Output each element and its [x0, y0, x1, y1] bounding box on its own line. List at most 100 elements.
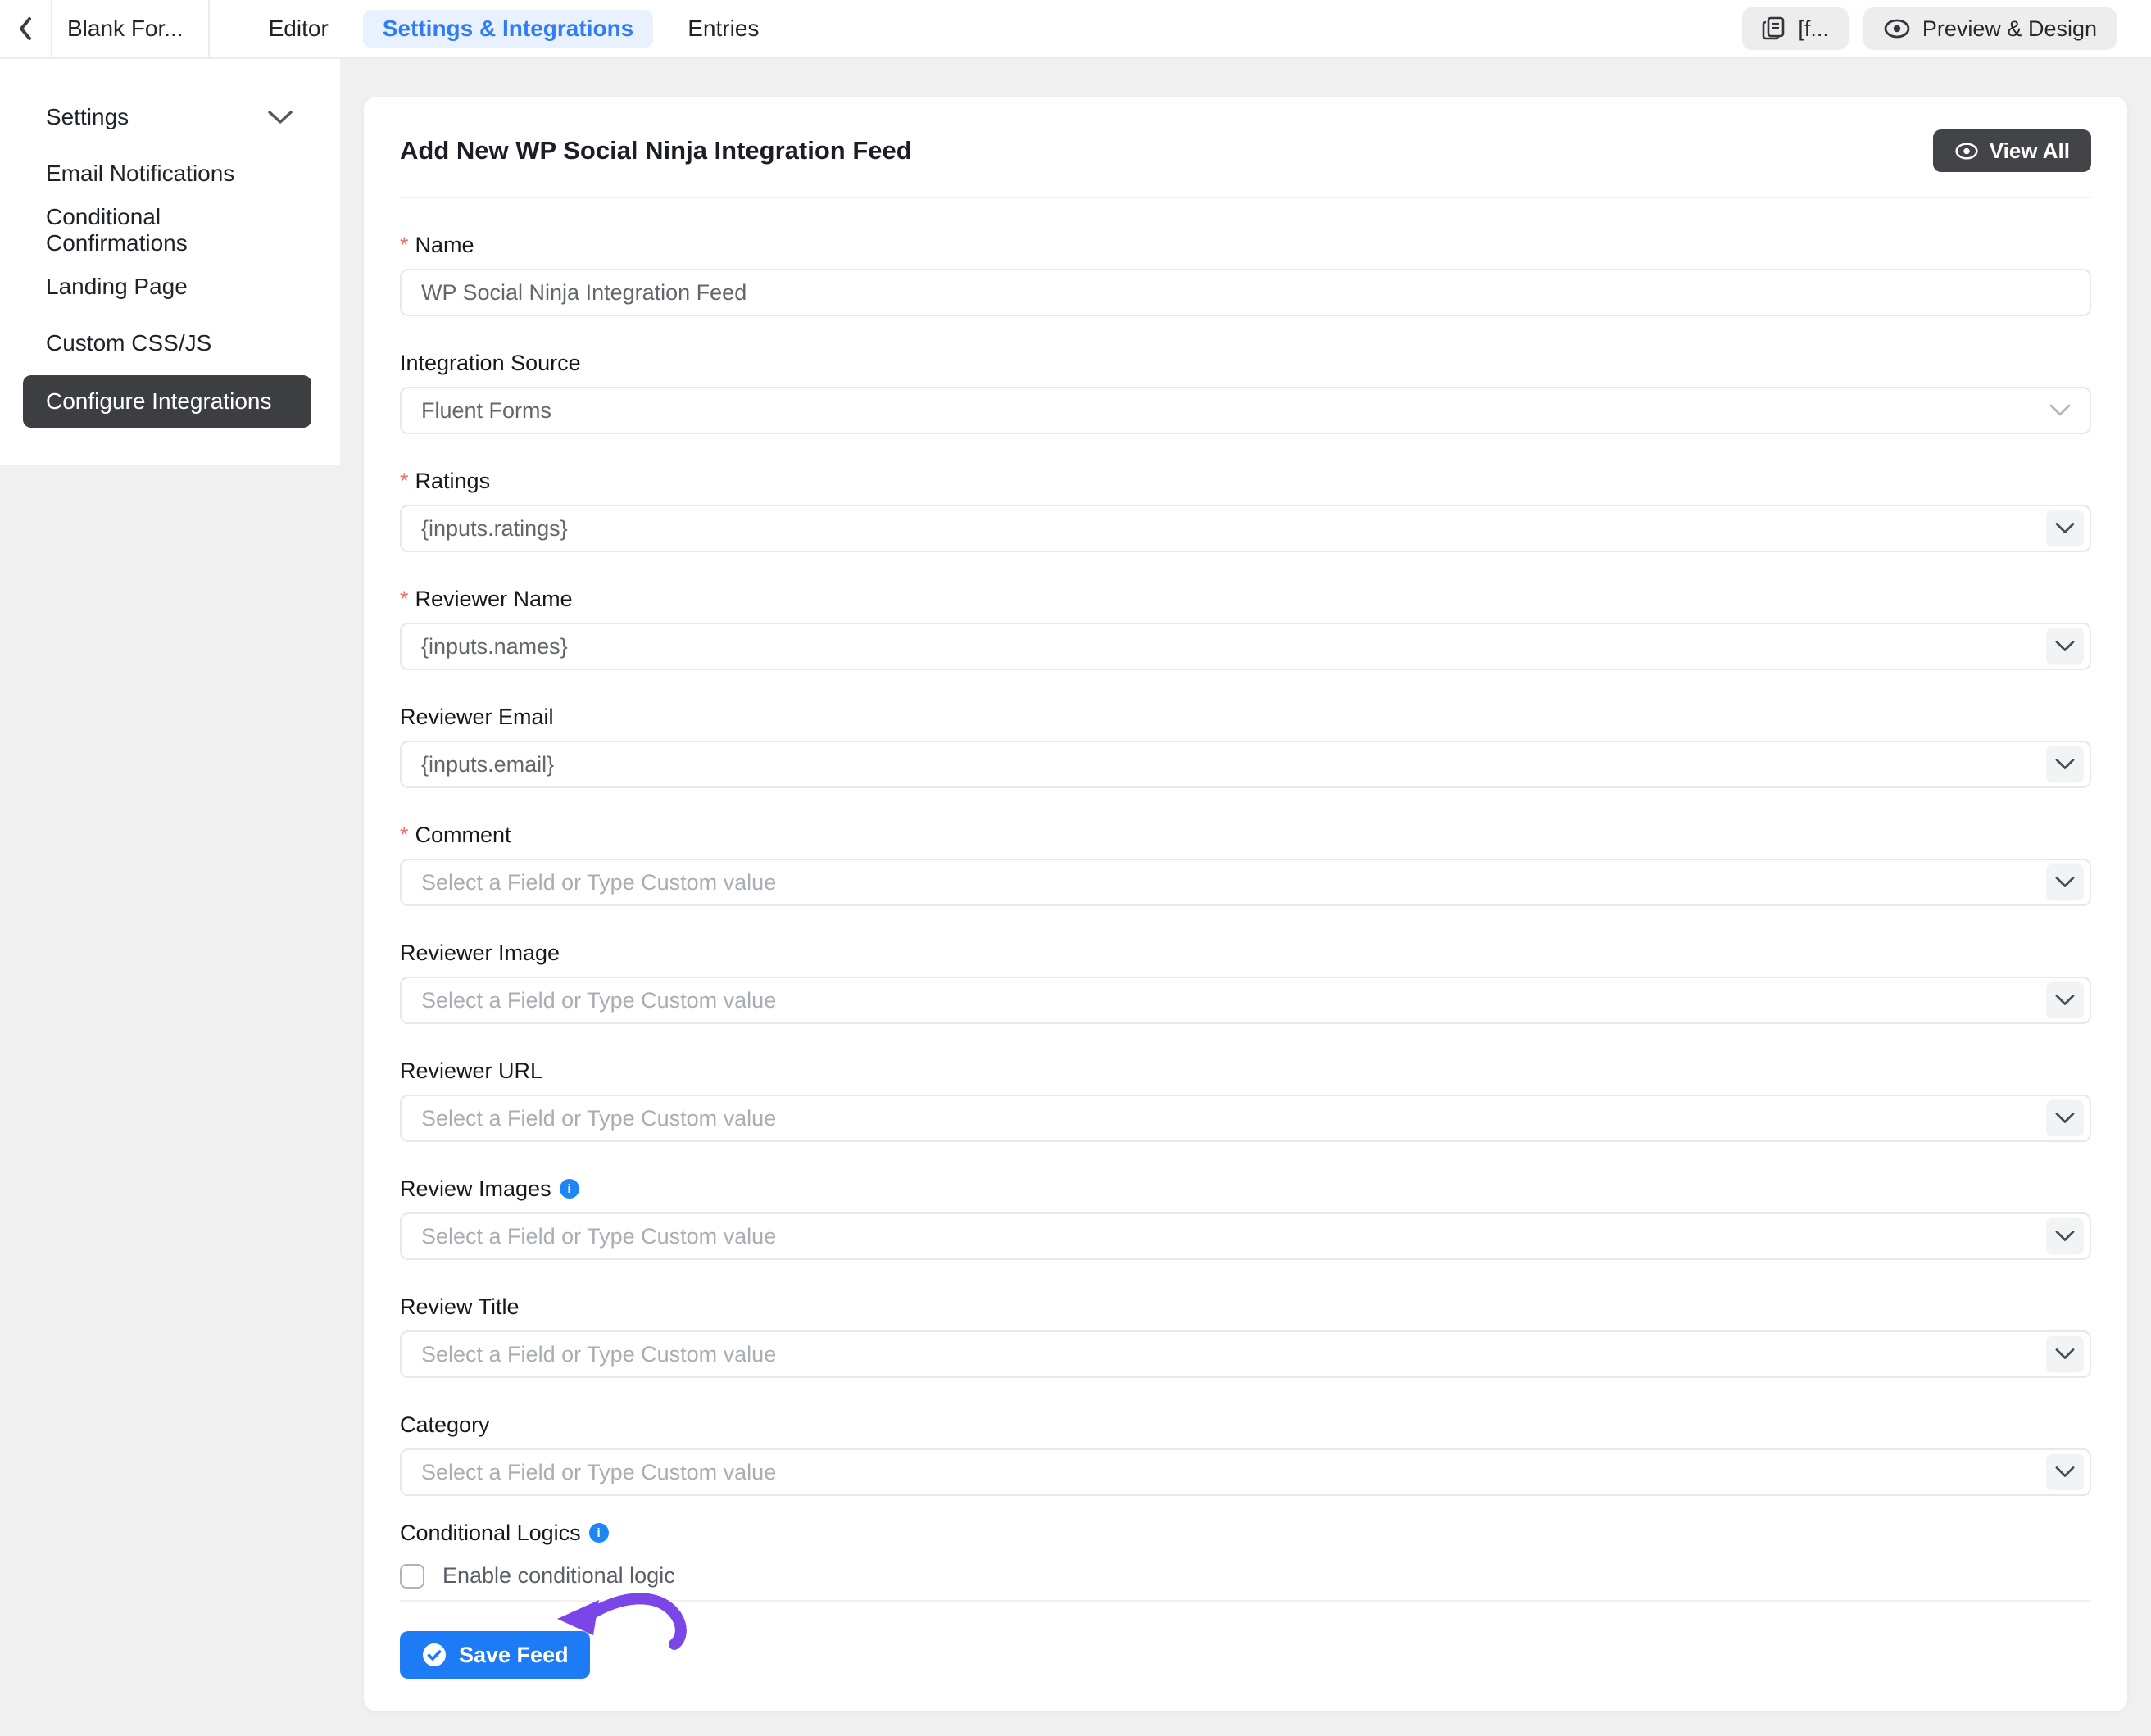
view-all-label: View All: [1990, 138, 2070, 164]
field-label-row: * Reviewer URL i: [400, 1057, 2091, 1085]
shortcode-label: [f...: [1798, 16, 1829, 42]
field-label-row: * Name i: [400, 231, 2091, 259]
dropdown-toggle[interactable]: [2046, 982, 2084, 1019]
field-label: Reviewer Email: [400, 705, 554, 730]
chevron-down-icon: [2049, 403, 2072, 418]
eye-icon: [1954, 142, 1979, 161]
dropdown-toggle[interactable]: [2046, 864, 2084, 901]
tab-bar: Editor Settings & Integrations Entries: [249, 10, 779, 48]
field-input[interactable]: Select a Field or Type Custom value: [400, 1448, 2091, 1496]
required-asterisk: *: [400, 587, 409, 612]
field-input[interactable]: Select a Field or Type Custom value: [400, 977, 2091, 1024]
dropdown-toggle[interactable]: [2046, 1336, 2084, 1373]
tab[interactable]: Entries: [668, 10, 778, 48]
field-placeholder: Select a Field or Type Custom value: [421, 988, 776, 1013]
field-label-row: * Reviewer Name i: [400, 585, 2091, 613]
field-input[interactable]: {inputs.names}: [400, 623, 2091, 670]
preview-design-button[interactable]: Preview & Design: [1863, 7, 2117, 50]
field-value: {inputs.email}: [421, 752, 554, 777]
form-group: * Reviewer Image i Select a Field or Typ…: [400, 939, 2091, 1024]
field-label: Integration Source: [400, 351, 581, 376]
sidebar-item-label: Conditional Confirmations: [46, 204, 294, 256]
field-label: Name: [415, 233, 474, 258]
sidebar-item[interactable]: Conditional Confirmations: [0, 202, 340, 258]
form-group: * Category i Select a Field or Type Cust…: [400, 1411, 2091, 1496]
top-bar-actions: [f... Preview & Design: [1742, 7, 2151, 50]
chevron-down-icon: [2055, 1466, 2075, 1479]
sidebar-item[interactable]: Landing Page: [0, 258, 340, 315]
chevron-down-icon: [2055, 1113, 2075, 1125]
dropdown-toggle[interactable]: [2046, 1100, 2084, 1137]
chevron-down-icon: [2055, 1348, 2075, 1361]
sidebar-item-label: Configure Integrations: [46, 388, 272, 415]
field-label: Reviewer Image: [400, 941, 560, 966]
dropdown-toggle[interactable]: [2046, 1454, 2084, 1491]
conditional-logics-label: Conditional Logics: [400, 1521, 581, 1546]
info-icon: i: [589, 1523, 609, 1543]
form-group: * Review Images i Select a Field or Type…: [400, 1175, 2091, 1260]
save-feed-button[interactable]: Save Feed: [400, 1631, 590, 1679]
view-all-button[interactable]: View All: [1933, 129, 2091, 172]
sidebar-item[interactable]: Custom CSS/JS: [0, 315, 340, 371]
field-input[interactable]: WP Social Ninja Integration Feed: [400, 269, 2091, 316]
dropdown-toggle[interactable]: [2046, 746, 2084, 783]
field-input[interactable]: Select a Field or Type Custom value: [400, 859, 2091, 906]
field-value: {inputs.ratings}: [421, 516, 568, 542]
field-input[interactable]: {inputs.ratings}: [400, 505, 2091, 552]
chevron-down-icon: [2055, 995, 2075, 1007]
conditional-logics-label-row: Conditional Logics i: [400, 1519, 2091, 1547]
field-input[interactable]: Fluent Forms: [400, 387, 2091, 434]
field-placeholder: Select a Field or Type Custom value: [421, 1106, 776, 1131]
field-input[interactable]: Select a Field or Type Custom value: [400, 1330, 2091, 1378]
field-label: Comment: [415, 823, 511, 848]
preview-design-label: Preview & Design: [1922, 16, 2097, 42]
sidebar-item[interactable]: Settings: [0, 88, 340, 145]
field-label: Ratings: [415, 469, 491, 494]
dropdown-toggle[interactable]: [2046, 1218, 2084, 1255]
settings-sidebar: Settings Email Notifications Conditional…: [0, 59, 340, 465]
form-group: * Integration Source i Fluent Forms: [400, 349, 2091, 434]
form-group: * Review Title i Select a Field or Type …: [400, 1293, 2091, 1378]
field-placeholder: Select a Field or Type Custom value: [421, 1342, 776, 1367]
form-group: * Ratings i {inputs.ratings}: [400, 467, 2091, 552]
required-asterisk: *: [400, 469, 409, 494]
sidebar-item-label: Landing Page: [46, 274, 188, 300]
shortcode-copy-button[interactable]: [f...: [1742, 7, 1849, 50]
field-label: Reviewer Name: [415, 587, 573, 612]
field-label-row: * Comment i: [400, 821, 2091, 849]
form-title: Blank For...: [52, 0, 210, 57]
tab[interactable]: Editor: [249, 10, 348, 48]
field-label-row: * Reviewer Email i: [400, 703, 2091, 731]
tab-label: Settings & Integrations: [383, 16, 633, 42]
tab[interactable]: Settings & Integrations: [363, 10, 653, 48]
field-label-row: * Review Images i: [400, 1175, 2091, 1203]
field-input[interactable]: Select a Field or Type Custom value: [400, 1095, 2091, 1142]
chevron-down-icon: [2055, 523, 2075, 535]
tab-label: Editor: [269, 16, 329, 42]
chevron-down-icon: [2055, 877, 2075, 889]
field-label-row: * Category i: [400, 1411, 2091, 1439]
field-label-row: * Reviewer Image i: [400, 939, 2091, 967]
chevron-down-icon: [2055, 759, 2075, 771]
field-input[interactable]: {inputs.email}: [400, 741, 2091, 788]
field-input[interactable]: Select a Field or Type Custom value: [400, 1212, 2091, 1260]
dropdown-toggle[interactable]: [2046, 510, 2084, 547]
field-placeholder: Select a Field or Type Custom value: [421, 1224, 776, 1249]
back-button[interactable]: [0, 0, 52, 57]
field-label-row: * Ratings i: [400, 467, 2091, 495]
field-label: Category: [400, 1412, 490, 1438]
page: { "topbar": { "form_title": "Blank For..…: [0, 0, 2151, 1736]
field-placeholder: Select a Field or Type Custom value: [421, 870, 776, 895]
field-label: Review Images: [400, 1176, 551, 1202]
required-asterisk: *: [400, 233, 409, 258]
page-title: Add New WP Social Ninja Integration Feed: [400, 136, 912, 165]
dropdown-toggle[interactable]: [2046, 628, 2084, 665]
form-group: * Reviewer Name i {inputs.names}: [400, 585, 2091, 670]
sidebar-item[interactable]: Email Notifications: [0, 145, 340, 202]
sidebar-item-label: Settings: [46, 104, 129, 130]
field-label-row: * Integration Source i: [400, 349, 2091, 377]
enable-conditional-logic-checkbox[interactable]: [400, 1564, 424, 1589]
tab-label: Entries: [688, 16, 759, 42]
sidebar-item[interactable]: Configure Integrations: [23, 375, 311, 428]
feed-form: * Name i WP Social Ninja Integration Fee…: [400, 231, 2091, 1496]
